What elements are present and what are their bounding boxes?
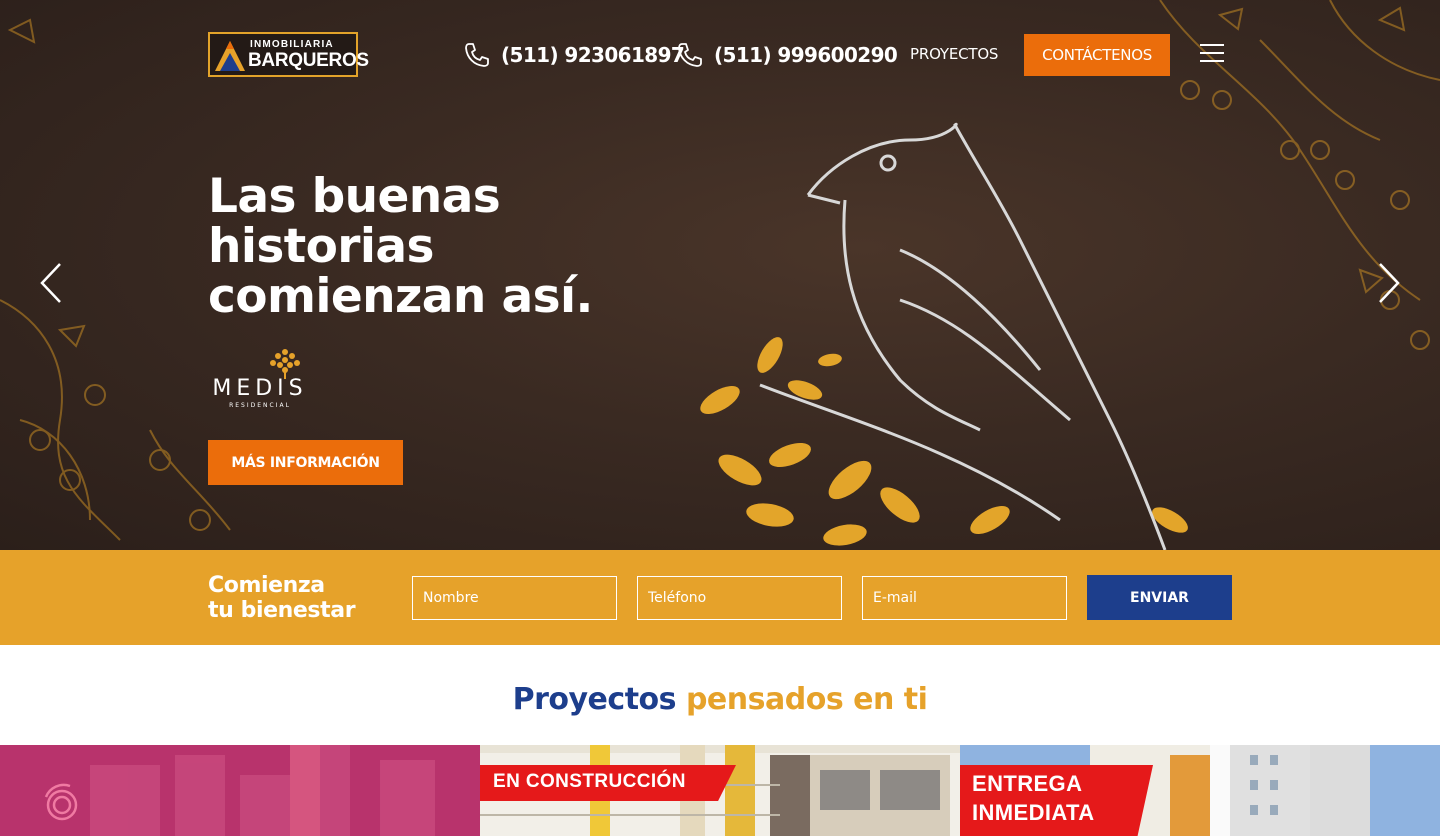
projects-title-part2: pensados en ti bbox=[685, 682, 928, 717]
status-badge-delivery: ENTREGA INMEDIATA bbox=[960, 765, 1153, 836]
phone-number-2: (511) 999600290 bbox=[714, 43, 898, 67]
more-info-button[interactable]: MÁS INFORMACIÓN bbox=[208, 440, 403, 485]
project-card-1[interactable] bbox=[0, 745, 480, 836]
brand-logo-main: BARQUEROS bbox=[248, 50, 369, 71]
brand-logo-icon bbox=[215, 41, 245, 71]
brand-logo[interactable]: INMOBILIARIA BARQUEROS bbox=[208, 32, 369, 77]
chevron-left-icon[interactable] bbox=[36, 262, 66, 304]
phone-link-2[interactable]: (511) 999600290 bbox=[676, 40, 898, 70]
projects-section-title: Proyectos pensados en ti bbox=[0, 682, 1440, 717]
project-card-1-image bbox=[0, 745, 480, 836]
hero-headline: Las buenas historias comienzan así. bbox=[208, 169, 593, 324]
phone-field[interactable] bbox=[637, 576, 842, 620]
project-logo: MEDIS RESIDENCIAL bbox=[208, 348, 312, 412]
status-badge-delivery-line2: INMEDIATA bbox=[972, 800, 1095, 825]
name-field[interactable] bbox=[412, 576, 617, 620]
phone-icon bbox=[678, 43, 702, 67]
hero-slider: INMOBILIARIA BARQUEROS (511) 923061897 (… bbox=[0, 0, 1440, 550]
nav-projects-link[interactable]: PROYECTOS bbox=[910, 45, 998, 63]
email-field[interactable] bbox=[862, 576, 1067, 620]
send-button[interactable]: ENVIAR bbox=[1087, 575, 1232, 620]
project-logo-name: MEDIS bbox=[212, 376, 308, 401]
phone-icon bbox=[465, 43, 489, 67]
project-logo-sub: RESIDENCIAL bbox=[229, 402, 291, 409]
lead-form-title: Comienza tu bienestar bbox=[208, 573, 356, 623]
status-badge-delivery-line1: ENTREGA bbox=[972, 771, 1083, 796]
lead-form-title-line2: tu bienestar bbox=[208, 598, 356, 623]
phone-number-1: (511) 923061897 bbox=[501, 43, 685, 67]
projects-title-part1: Proyectos bbox=[512, 682, 677, 717]
chevron-right-icon[interactable] bbox=[1374, 262, 1404, 304]
lead-form-title-line1: Comienza bbox=[208, 573, 325, 598]
status-badge-construction: EN CONSTRUCCIÓN bbox=[480, 765, 736, 801]
phone-link-1[interactable]: (511) 923061897 bbox=[463, 40, 685, 70]
brand-logo-top: INMOBILIARIA bbox=[250, 39, 334, 50]
hamburger-icon[interactable] bbox=[1200, 44, 1224, 64]
contact-button[interactable]: CONTÁCTENOS bbox=[1024, 34, 1170, 76]
